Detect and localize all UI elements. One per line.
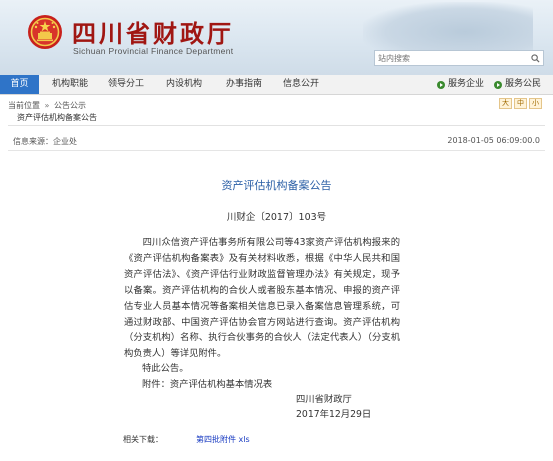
font-large-button[interactable]: 大 (499, 98, 512, 109)
search-box (374, 50, 544, 66)
font-small-button[interactable]: 小 (529, 98, 542, 109)
font-size-tools: 大 中 小 (499, 98, 542, 109)
downloads-label: 相关下载： (123, 435, 163, 444)
document-attachment: 附件：资产评估机构基本情况表 (142, 379, 273, 390)
breadcrumb-item-notices[interactable]: 公告公示 (54, 101, 86, 110)
document-title: 资产评估机构备案公告 (221, 179, 332, 192)
article-meta: 信息来源：企业处 2018-01-05 06:09:00.0 (13, 136, 540, 147)
article-timestamp: 2018-01-05 06:09:00.0 (447, 136, 540, 145)
site-header: 四川省财政厅 Sichuan Provincial Finance Depart… (0, 0, 553, 75)
search-icon[interactable] (527, 51, 543, 65)
article-source: 信息来源：企业处 (13, 137, 77, 146)
nav-item-home[interactable]: 首页 (0, 75, 39, 94)
nav-service-enterprise-label: 服务企业 (448, 79, 485, 89)
document-closing: 特此公告。 (142, 363, 189, 374)
site-title: 四川省财政厅 (72, 19, 234, 48)
nav-item-disclosure[interactable]: 信息公开 (279, 75, 323, 94)
site-subtitle: Sichuan Provincial Finance Department (73, 46, 234, 56)
divider (8, 125, 545, 126)
document-number: 川财企〔2017〕103号 (226, 212, 327, 223)
nav-service-citizen[interactable]: 服务公民 (494, 75, 541, 94)
nav-service-enterprise[interactable]: 服务企业 (437, 75, 484, 94)
divider (8, 150, 545, 151)
breadcrumb: 当前位置 » 公告公示 (8, 100, 86, 111)
document-paragraph: 四川众信资产评估事务所有限公司等43家资产评估机构报来的《资产评估机构备案表》及… (124, 237, 400, 360)
nav-item-departments[interactable]: 内设机构 (162, 75, 206, 94)
document-date: 2017年12月29日 (296, 409, 372, 420)
search-input[interactable] (375, 52, 527, 64)
breadcrumb-separator: » (44, 101, 50, 110)
main-nav: 首页 机构职能 领导分工 内设机构 办事指南 信息公开 服务企业 服务公民 (0, 75, 553, 95)
font-medium-button[interactable]: 中 (514, 98, 527, 109)
document-body: 四川众信资产评估事务所有限公司等43家资产评估机构报来的《资产评估机构备案表》及… (124, 235, 400, 362)
nav-item-leadership[interactable]: 领导分工 (104, 75, 148, 94)
nav-item-guide[interactable]: 办事指南 (222, 75, 266, 94)
nav-item-functions[interactable]: 机构职能 (48, 75, 92, 94)
national-emblem-icon (28, 15, 62, 49)
breadcrumb-item-location: 当前位置 (8, 101, 40, 110)
arrow-circle-icon (494, 80, 502, 89)
download-link[interactable]: 第四批附件 xls (196, 434, 250, 445)
arrow-circle-icon (437, 80, 445, 89)
document-signer: 四川省财政厅 (296, 394, 352, 405)
breadcrumb-current: 资产评估机构备案公告 (17, 113, 97, 122)
nav-service-citizen-label: 服务公民 (505, 79, 542, 89)
